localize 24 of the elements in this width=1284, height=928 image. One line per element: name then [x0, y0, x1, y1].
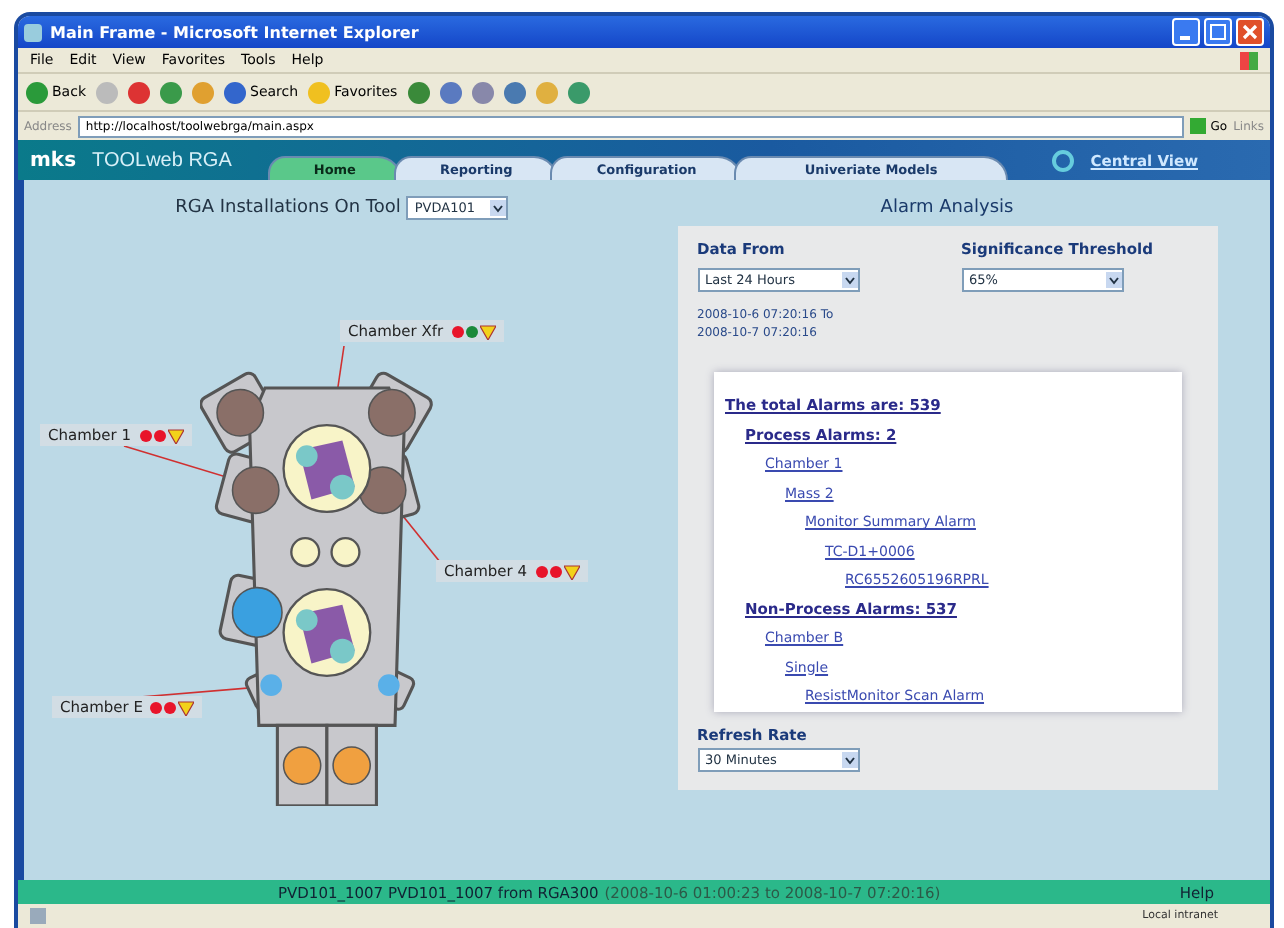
- refresh-icon: [1052, 149, 1075, 171]
- toolbar-icon[interactable]: [471, 81, 494, 103]
- window-title: Main Frame - Microsoft Internet Explorer: [50, 23, 421, 41]
- dropdown-arrow-icon: [841, 272, 857, 288]
- toolbar-icon[interactable]: [503, 81, 526, 103]
- section-title: Alarm Analysis: [880, 198, 1014, 218]
- toolbar-icon[interactable]: [192, 81, 214, 103]
- close-icon: [1242, 24, 1258, 40]
- section-title: RGA Installations On Tool: [175, 198, 401, 218]
- maximize-button[interactable]: [1204, 18, 1232, 46]
- dropdown-arrow-icon: [1105, 272, 1121, 288]
- toolbar-icon[interactable]: [128, 81, 150, 103]
- dropdown-arrow-icon: [841, 752, 857, 768]
- minimize-button[interactable]: [1172, 18, 1200, 46]
- dropdown-arrow-icon: [490, 200, 507, 216]
- toolbar-icon[interactable]: [160, 81, 182, 103]
- toolbar-icon[interactable]: [567, 81, 590, 103]
- toolbar-icon[interactable]: [407, 81, 430, 103]
- maximize-icon: [1210, 24, 1226, 40]
- toolbar-icon[interactable]: [439, 81, 462, 103]
- page-icon: [30, 908, 46, 924]
- close-button[interactable]: [1236, 18, 1264, 46]
- product-logo: TOOLweb RGA: [92, 149, 232, 171]
- company-logo: mks: [30, 149, 77, 171]
